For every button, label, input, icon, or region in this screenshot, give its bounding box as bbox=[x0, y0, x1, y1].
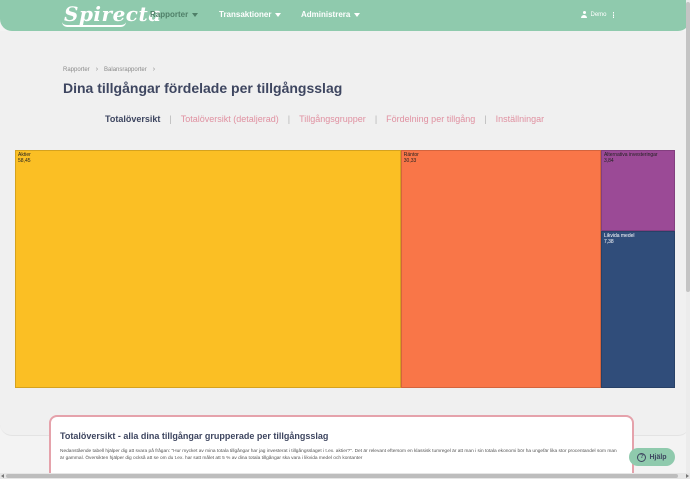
treemap-tile-value: 30,33 bbox=[403, 158, 417, 164]
treemap-tile[interactable]: Räntor 30,33 bbox=[400, 150, 601, 388]
tab-divider: | bbox=[169, 114, 172, 124]
nav-rapporter-label: Rapporter bbox=[150, 10, 189, 19]
tab-fordelning-per-tillgang[interactable]: Fördelning per tillgång bbox=[386, 114, 475, 124]
user-icon bbox=[581, 11, 588, 18]
help-label: Hjälp bbox=[649, 453, 667, 461]
info-card-text: Nedanstående tabell hjälper dig att svar… bbox=[60, 449, 617, 461]
info-card: Totalöversikt - alla dina tillgångar gru… bbox=[49, 415, 634, 479]
tab-totaloversikt-detaljerad[interactable]: Totalöversikt (detaljerad) bbox=[181, 114, 279, 124]
user-name: Demo bbox=[590, 11, 607, 18]
tab-tillgangsgrupper[interactable]: Tillgångsgrupper bbox=[299, 114, 366, 124]
treemap-tile-label: Räntor 30,33 bbox=[404, 152, 419, 164]
asset-treemap-chart: Aktier 58,45 Räntor 30,33 Alternativa invest… bbox=[15, 150, 675, 388]
report-tabs: Totalöversikt | Totalöversikt (detaljera… bbox=[105, 114, 544, 124]
top-navbar: Spirecta Rapporter Transaktioner Adminis… bbox=[0, 0, 690, 31]
nav-transaktioner[interactable]: Transaktioner bbox=[219, 10, 282, 19]
treemap-tile-value: 3,84 bbox=[603, 158, 614, 164]
nav-rapporter[interactable]: Rapporter bbox=[150, 10, 199, 19]
help-button[interactable]: ? Hjälp bbox=[629, 448, 675, 466]
nav-administrera[interactable]: Administrera bbox=[301, 10, 361, 19]
info-card-title: Totalöversikt - alla dina tillgångar gru… bbox=[60, 431, 329, 441]
chevron-right-icon: › bbox=[152, 66, 156, 73]
chevron-down-icon bbox=[354, 12, 361, 17]
breadcrumb-item[interactable]: Rapporter bbox=[63, 67, 90, 73]
horizontal-scroll-thumb[interactable] bbox=[6, 474, 678, 478]
treemap-tile-label: Likvida medel 7,38 bbox=[604, 233, 635, 245]
kebab-menu-icon bbox=[612, 11, 614, 18]
scroll-right-icon[interactable] bbox=[686, 474, 689, 478]
tab-totaloversikt[interactable]: Totalöversikt bbox=[105, 114, 160, 124]
treemap-tile-value: 58,45 bbox=[18, 158, 31, 164]
nav-transaktioner-label: Transaktioner bbox=[219, 10, 272, 19]
vertical-scroll-thumb[interactable] bbox=[686, 2, 690, 292]
tab-divider: | bbox=[287, 114, 291, 124]
treemap-tile-label: Alternativa investeringar 3,84 bbox=[604, 152, 658, 164]
chevron-right-icon: › bbox=[95, 66, 99, 73]
tab-divider: | bbox=[374, 114, 378, 124]
scroll-left-icon[interactable] bbox=[1, 474, 4, 478]
user-menu[interactable]: Demo bbox=[581, 11, 614, 18]
question-icon: ? bbox=[637, 452, 647, 462]
tab-installningar[interactable]: Inställningar bbox=[496, 114, 545, 124]
tab-divider: | bbox=[484, 114, 487, 124]
nav-administrera-label: Administrera bbox=[301, 10, 351, 19]
chevron-down-icon bbox=[275, 12, 282, 17]
breadcrumb-item[interactable]: Balansrapporter bbox=[104, 67, 147, 73]
breadcrumb: Rapporter › Balansrapporter › bbox=[63, 66, 155, 73]
treemap-tile-label: Aktier 58,45 bbox=[18, 152, 31, 164]
treemap-tile[interactable]: Likvida medel 7,38 bbox=[600, 231, 675, 388]
chevron-down-icon bbox=[192, 12, 199, 17]
treemap-tile[interactable]: Alternativa investeringar 3,84 bbox=[600, 150, 675, 232]
treemap-tile-value: 7,38 bbox=[603, 239, 614, 246]
page-title: Dina tillgångar fördelade per tillgångss… bbox=[63, 80, 343, 96]
logo-swash bbox=[62, 22, 126, 27]
vertical-scrollbar[interactable] bbox=[686, 0, 690, 479]
horizontal-scrollbar[interactable] bbox=[0, 473, 690, 479]
treemap-tile[interactable]: Aktier 58,45 bbox=[15, 150, 401, 388]
